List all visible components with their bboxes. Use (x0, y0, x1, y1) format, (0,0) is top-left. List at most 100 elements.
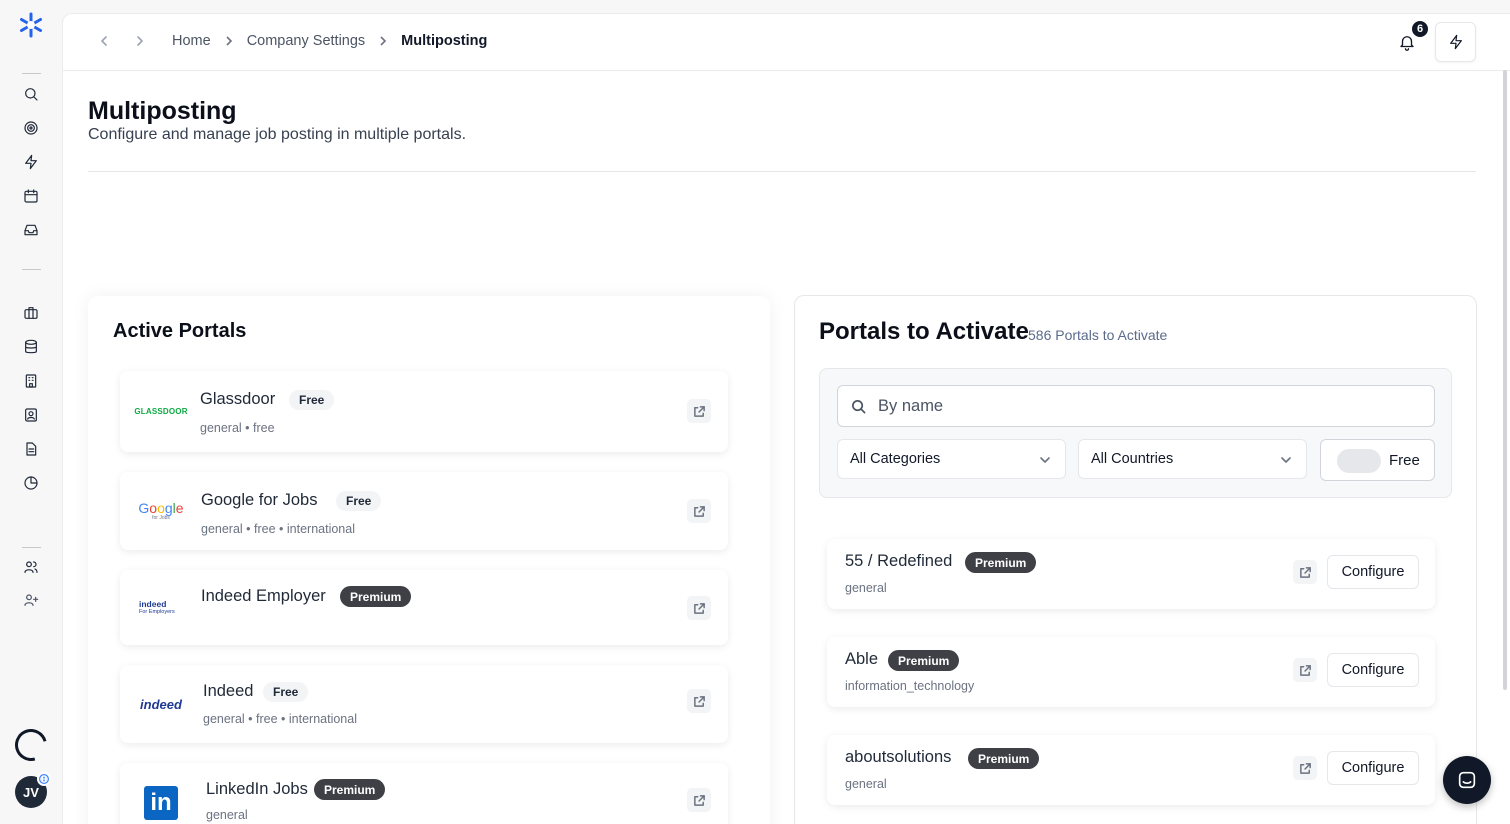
configure-button[interactable]: Configure (1327, 751, 1419, 785)
document-icon[interactable] (22, 440, 40, 458)
external-link-icon[interactable] (687, 499, 711, 523)
country-select[interactable]: All Countries (1078, 439, 1307, 479)
configure-button[interactable]: Configure (1327, 653, 1419, 687)
premium-badge: Premium (888, 650, 960, 671)
free-toggle-label: Free (1389, 452, 1420, 469)
calendar-icon[interactable] (22, 187, 40, 205)
portals-count: 586 Portals to Activate (1028, 327, 1168, 343)
forward-arrow-icon[interactable] (133, 34, 147, 48)
portal-meta: general (845, 777, 887, 791)
premium-badge: Premium (968, 748, 1040, 769)
search-input[interactable] (878, 386, 1418, 426)
free-badge: Free (263, 682, 309, 702)
chat-button[interactable] (1443, 756, 1491, 804)
category-select-value: All Categories (850, 451, 941, 467)
external-link-icon[interactable] (1293, 658, 1317, 682)
portal-card-indeed-employer[interactable]: indeed For Employers Indeed Employer Pre… (120, 570, 728, 645)
chevron-down-icon (1040, 457, 1050, 463)
page-subtitle: Configure and manage job posting in mult… (88, 126, 467, 143)
indeed-employer-logo: indeed For Employers (139, 599, 175, 616)
main-content: Home Company Settings Multiposting 6 Mul… (62, 13, 1510, 824)
search-icon (852, 400, 866, 414)
portal-name: aboutsolutions (845, 748, 952, 766)
free-badge: Free (289, 390, 335, 410)
active-portals-panel: Active Portals GLASSDOOR Glassdoor Free … (88, 296, 770, 824)
external-link-icon[interactable] (1293, 756, 1317, 780)
configure-button[interactable]: Configure (1327, 555, 1419, 589)
free-badge: Free (336, 491, 382, 511)
notification-count-badge: 6 (1410, 19, 1430, 39)
indeed-logo: indeed (140, 696, 182, 712)
database-icon[interactable] (22, 338, 40, 356)
portal-card-55-redefined: 55 / Redefined Premium general Configure (827, 539, 1435, 609)
portal-name: Glassdoor (200, 390, 276, 408)
external-link-icon[interactable] (687, 689, 711, 713)
google-for-jobs-logo: Google for Jobs (138, 500, 184, 521)
bolt-icon[interactable] (22, 153, 40, 171)
header-divider (88, 171, 1476, 172)
portal-name: 55 / Redefined (845, 552, 953, 570)
page-title: Multiposting (88, 97, 237, 125)
quick-actions-button[interactable] (1435, 22, 1476, 62)
sidebar-divider (22, 269, 41, 270)
app-logo-icon[interactable] (17, 11, 45, 39)
inbox-icon[interactable] (22, 221, 40, 239)
external-link-icon[interactable] (687, 399, 711, 423)
portal-meta: general (206, 808, 248, 822)
add-user-icon[interactable] (22, 591, 40, 609)
sidebar: JV (0, 0, 62, 824)
linkedin-logo: in (136, 786, 186, 820)
portal-card-linkedin-jobs[interactable]: in LinkedIn Jobs Premium general (120, 763, 728, 824)
portal-meta: information_technology (845, 679, 975, 693)
external-link-icon[interactable] (687, 788, 711, 812)
portal-name: Google for Jobs (201, 491, 318, 509)
top-bar: Home Company Settings Multiposting 6 (63, 14, 1510, 71)
portal-meta: general (845, 581, 887, 595)
external-link-icon[interactable] (687, 596, 711, 620)
free-filter[interactable]: Free (1320, 439, 1435, 481)
scrollbar[interactable] (1503, 70, 1507, 690)
country-select-value: All Countries (1091, 451, 1174, 467)
premium-badge: Premium (965, 552, 1037, 573)
search-icon[interactable] (22, 85, 40, 103)
chat-icon (1458, 771, 1476, 789)
briefcase-icon[interactable] (22, 304, 40, 322)
premium-badge: Premium (340, 586, 412, 607)
chevron-right-icon (377, 35, 389, 47)
portal-name: Able (845, 650, 879, 668)
sidebar-divider (22, 73, 41, 74)
free-toggle[interactable] (1337, 449, 1381, 473)
breadcrumb-company-settings[interactable]: Company Settings (247, 33, 365, 49)
portal-meta: general • free • international (201, 522, 355, 536)
portal-name: Indeed (203, 682, 254, 700)
glassdoor-logo: GLASSDOOR (134, 407, 188, 416)
bolt-icon (1449, 34, 1462, 50)
portal-card-google-for-jobs[interactable]: Google for Jobs Google for Jobs Free gen… (120, 472, 728, 550)
filters-box: All Categories All Countries Free (819, 368, 1452, 498)
users-icon[interactable] (22, 558, 40, 576)
portal-name: Indeed Employer (201, 587, 326, 605)
loading-spinner-icon (9, 723, 53, 767)
globe-icon (37, 772, 51, 786)
portal-card-glassdoor[interactable]: GLASSDOOR Glassdoor Free general • free (120, 371, 728, 452)
pie-chart-icon[interactable] (22, 474, 40, 492)
breadcrumb-home[interactable]: Home (172, 33, 211, 49)
category-select[interactable]: All Categories (837, 439, 1066, 479)
active-portals-title: Active Portals (113, 320, 247, 342)
portal-card-able: Able Premium information_technology Conf… (827, 637, 1435, 707)
search-field[interactable] (837, 385, 1435, 427)
contact-card-icon[interactable] (22, 406, 40, 424)
chevron-down-icon (1281, 457, 1291, 463)
breadcrumb-current: Multiposting (401, 33, 488, 49)
building-icon[interactable] (22, 372, 40, 390)
breadcrumb: Home Company Settings Multiposting (172, 33, 487, 49)
portals-to-activate-panel: Portals to Activate 586 Portals to Activ… (794, 295, 1477, 824)
target-icon[interactable] (22, 119, 40, 137)
portal-name: LinkedIn Jobs (206, 780, 308, 798)
portal-card-indeed[interactable]: indeed Indeed Free general • free • inte… (120, 665, 728, 743)
portal-meta: general • free (200, 421, 275, 435)
sidebar-divider (22, 547, 41, 548)
back-arrow-icon[interactable] (97, 34, 111, 48)
external-link-icon[interactable] (1293, 560, 1317, 584)
portal-meta: general • free • international (203, 712, 357, 726)
